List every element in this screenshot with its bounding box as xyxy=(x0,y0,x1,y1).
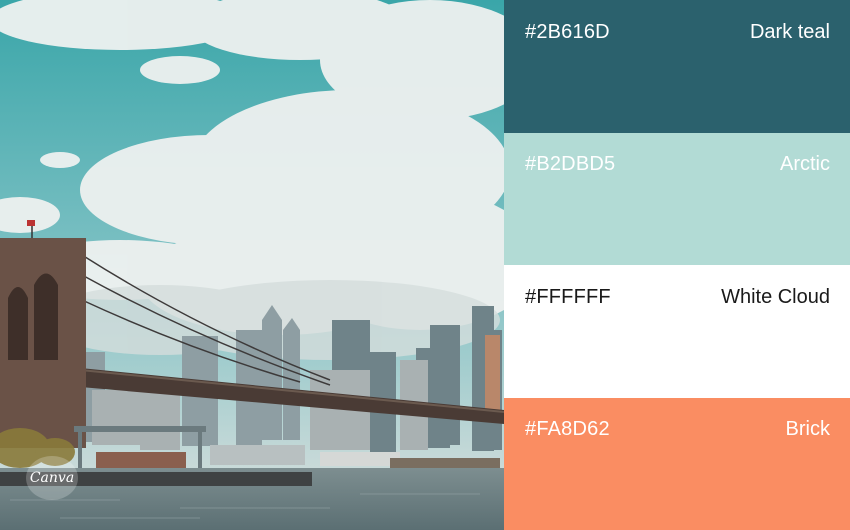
color-palette: #2B616D Dark teal #B2DBD5 Arctic #FFFFFF… xyxy=(504,0,850,530)
swatch-brick: #FA8D62 Brick xyxy=(504,397,850,530)
canva-watermark-text: Canva xyxy=(29,470,75,486)
bridge-skyline-photo: Canva xyxy=(0,0,504,530)
swatch-name: White Cloud xyxy=(721,285,830,308)
swatch-name: Dark teal xyxy=(749,20,830,43)
swatch-hex: #B2DBD5 xyxy=(525,153,616,175)
swatch-name: Brick xyxy=(785,418,830,440)
palette-card: Canva #2B616D Dark teal #B2DBD5 Arctic #… xyxy=(0,0,850,530)
swatch-hex: #FA8D62 xyxy=(525,418,610,440)
swatch-hex: #FFFFFF xyxy=(525,285,611,308)
swatch-white-cloud: #FFFFFF White Cloud xyxy=(504,265,850,398)
swatch-name: Arctic xyxy=(780,153,830,175)
swatch-arctic: #B2DBD5 Arctic xyxy=(504,132,850,265)
swatch-dark-teal: #2B616D Dark teal xyxy=(504,0,850,133)
swatch-hex: #2B616D xyxy=(525,20,610,43)
canva-watermark: Canva xyxy=(26,456,78,500)
